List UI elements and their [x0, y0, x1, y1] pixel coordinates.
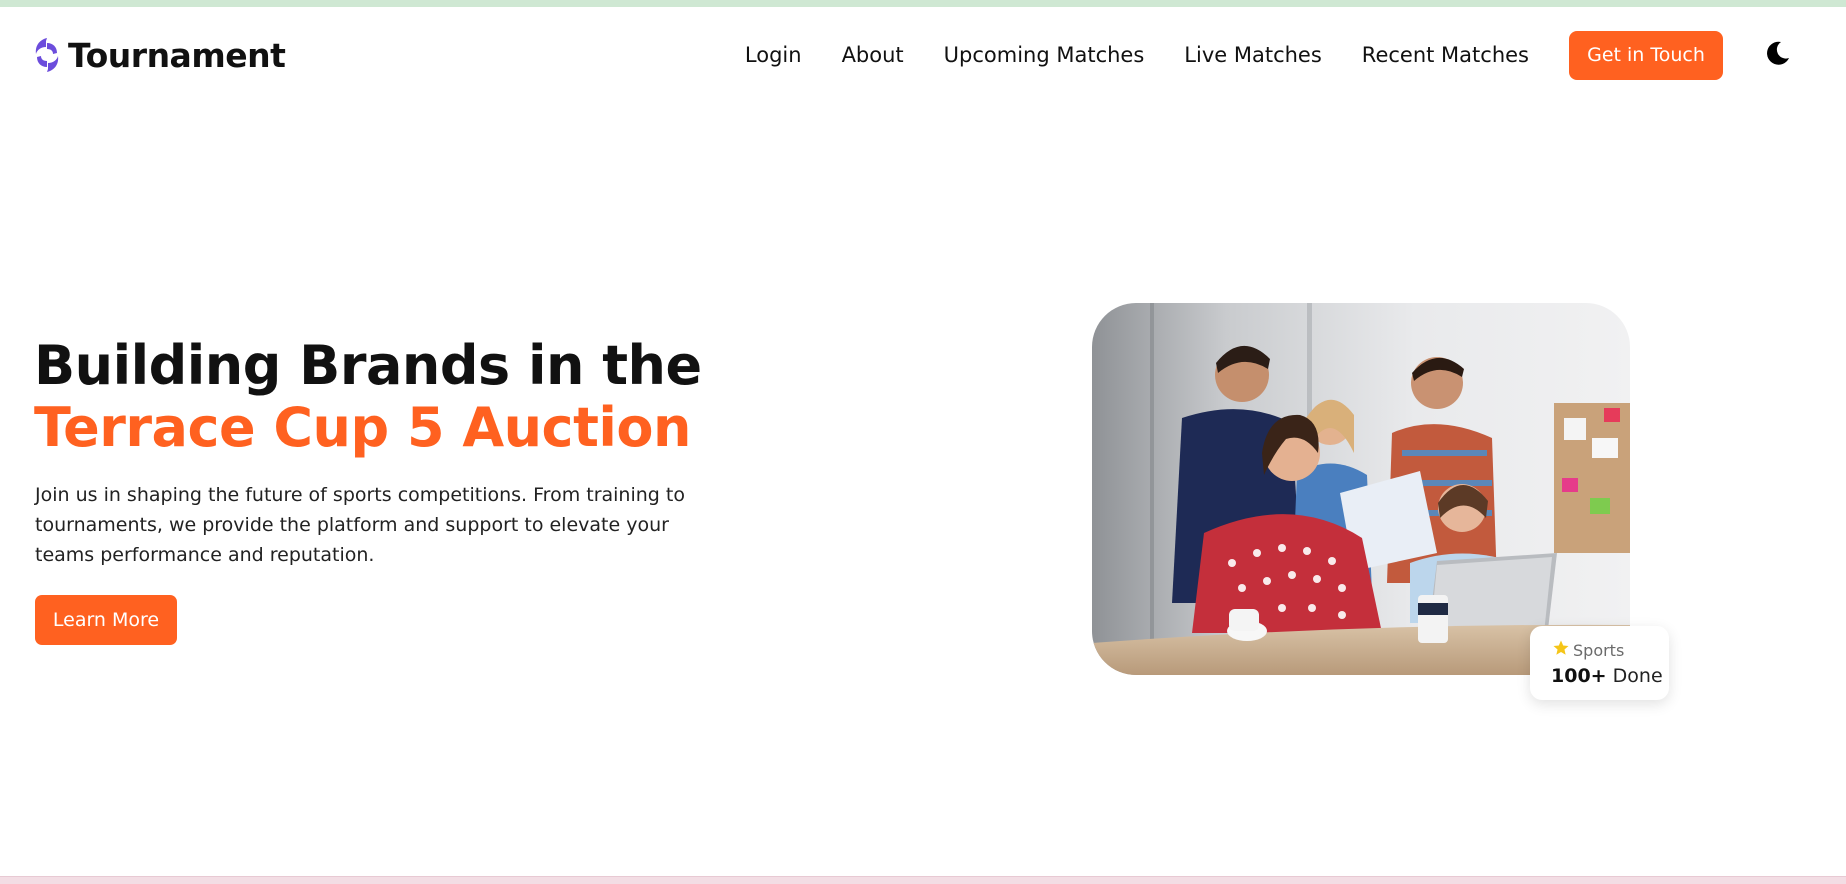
brand-logo[interactable]: Tournament: [34, 33, 286, 77]
brand-name: Tournament: [68, 35, 286, 75]
brand-swirl-icon: [34, 36, 60, 74]
site-header: Tournament Login About Upcoming Matches …: [0, 7, 1846, 103]
main-nav: Login About Upcoming Matches Live Matche…: [745, 30, 1846, 80]
nav-recent-matches-link[interactable]: Recent Matches: [1362, 43, 1529, 67]
top-accent-strip: [0, 0, 1846, 7]
hero-title-line1: Building Brands in the: [34, 334, 702, 397]
stat-value: 100+ Done: [1551, 665, 1663, 687]
nav-about-link[interactable]: About: [842, 43, 904, 67]
hero-title-highlight: Terrace Cup 5 Auction: [34, 396, 691, 459]
nav-upcoming-matches-link[interactable]: Upcoming Matches: [944, 43, 1145, 67]
theme-toggle-button[interactable]: [1763, 40, 1793, 70]
learn-more-button[interactable]: Learn More: [35, 595, 177, 645]
moon-icon: [1764, 39, 1792, 71]
get-in-touch-button[interactable]: Get in Touch: [1569, 30, 1723, 80]
star-icon: [1552, 639, 1570, 661]
stat-label: Sports: [1573, 640, 1625, 660]
nav-live-matches-link[interactable]: Live Matches: [1184, 43, 1322, 67]
hero-title: Building Brands in the Terrace Cup 5 Auc…: [34, 335, 794, 459]
stat-suffix: Done: [1612, 665, 1663, 687]
hero-description: Join us in shaping the future of sports …: [35, 484, 685, 566]
stat-label-row: Sports: [1552, 639, 1624, 661]
hero-image: [1092, 303, 1630, 675]
nav-login-link[interactable]: Login: [745, 43, 802, 67]
stat-number: 100+: [1551, 665, 1607, 687]
stat-card: Sports 100+ Done: [1530, 626, 1669, 700]
